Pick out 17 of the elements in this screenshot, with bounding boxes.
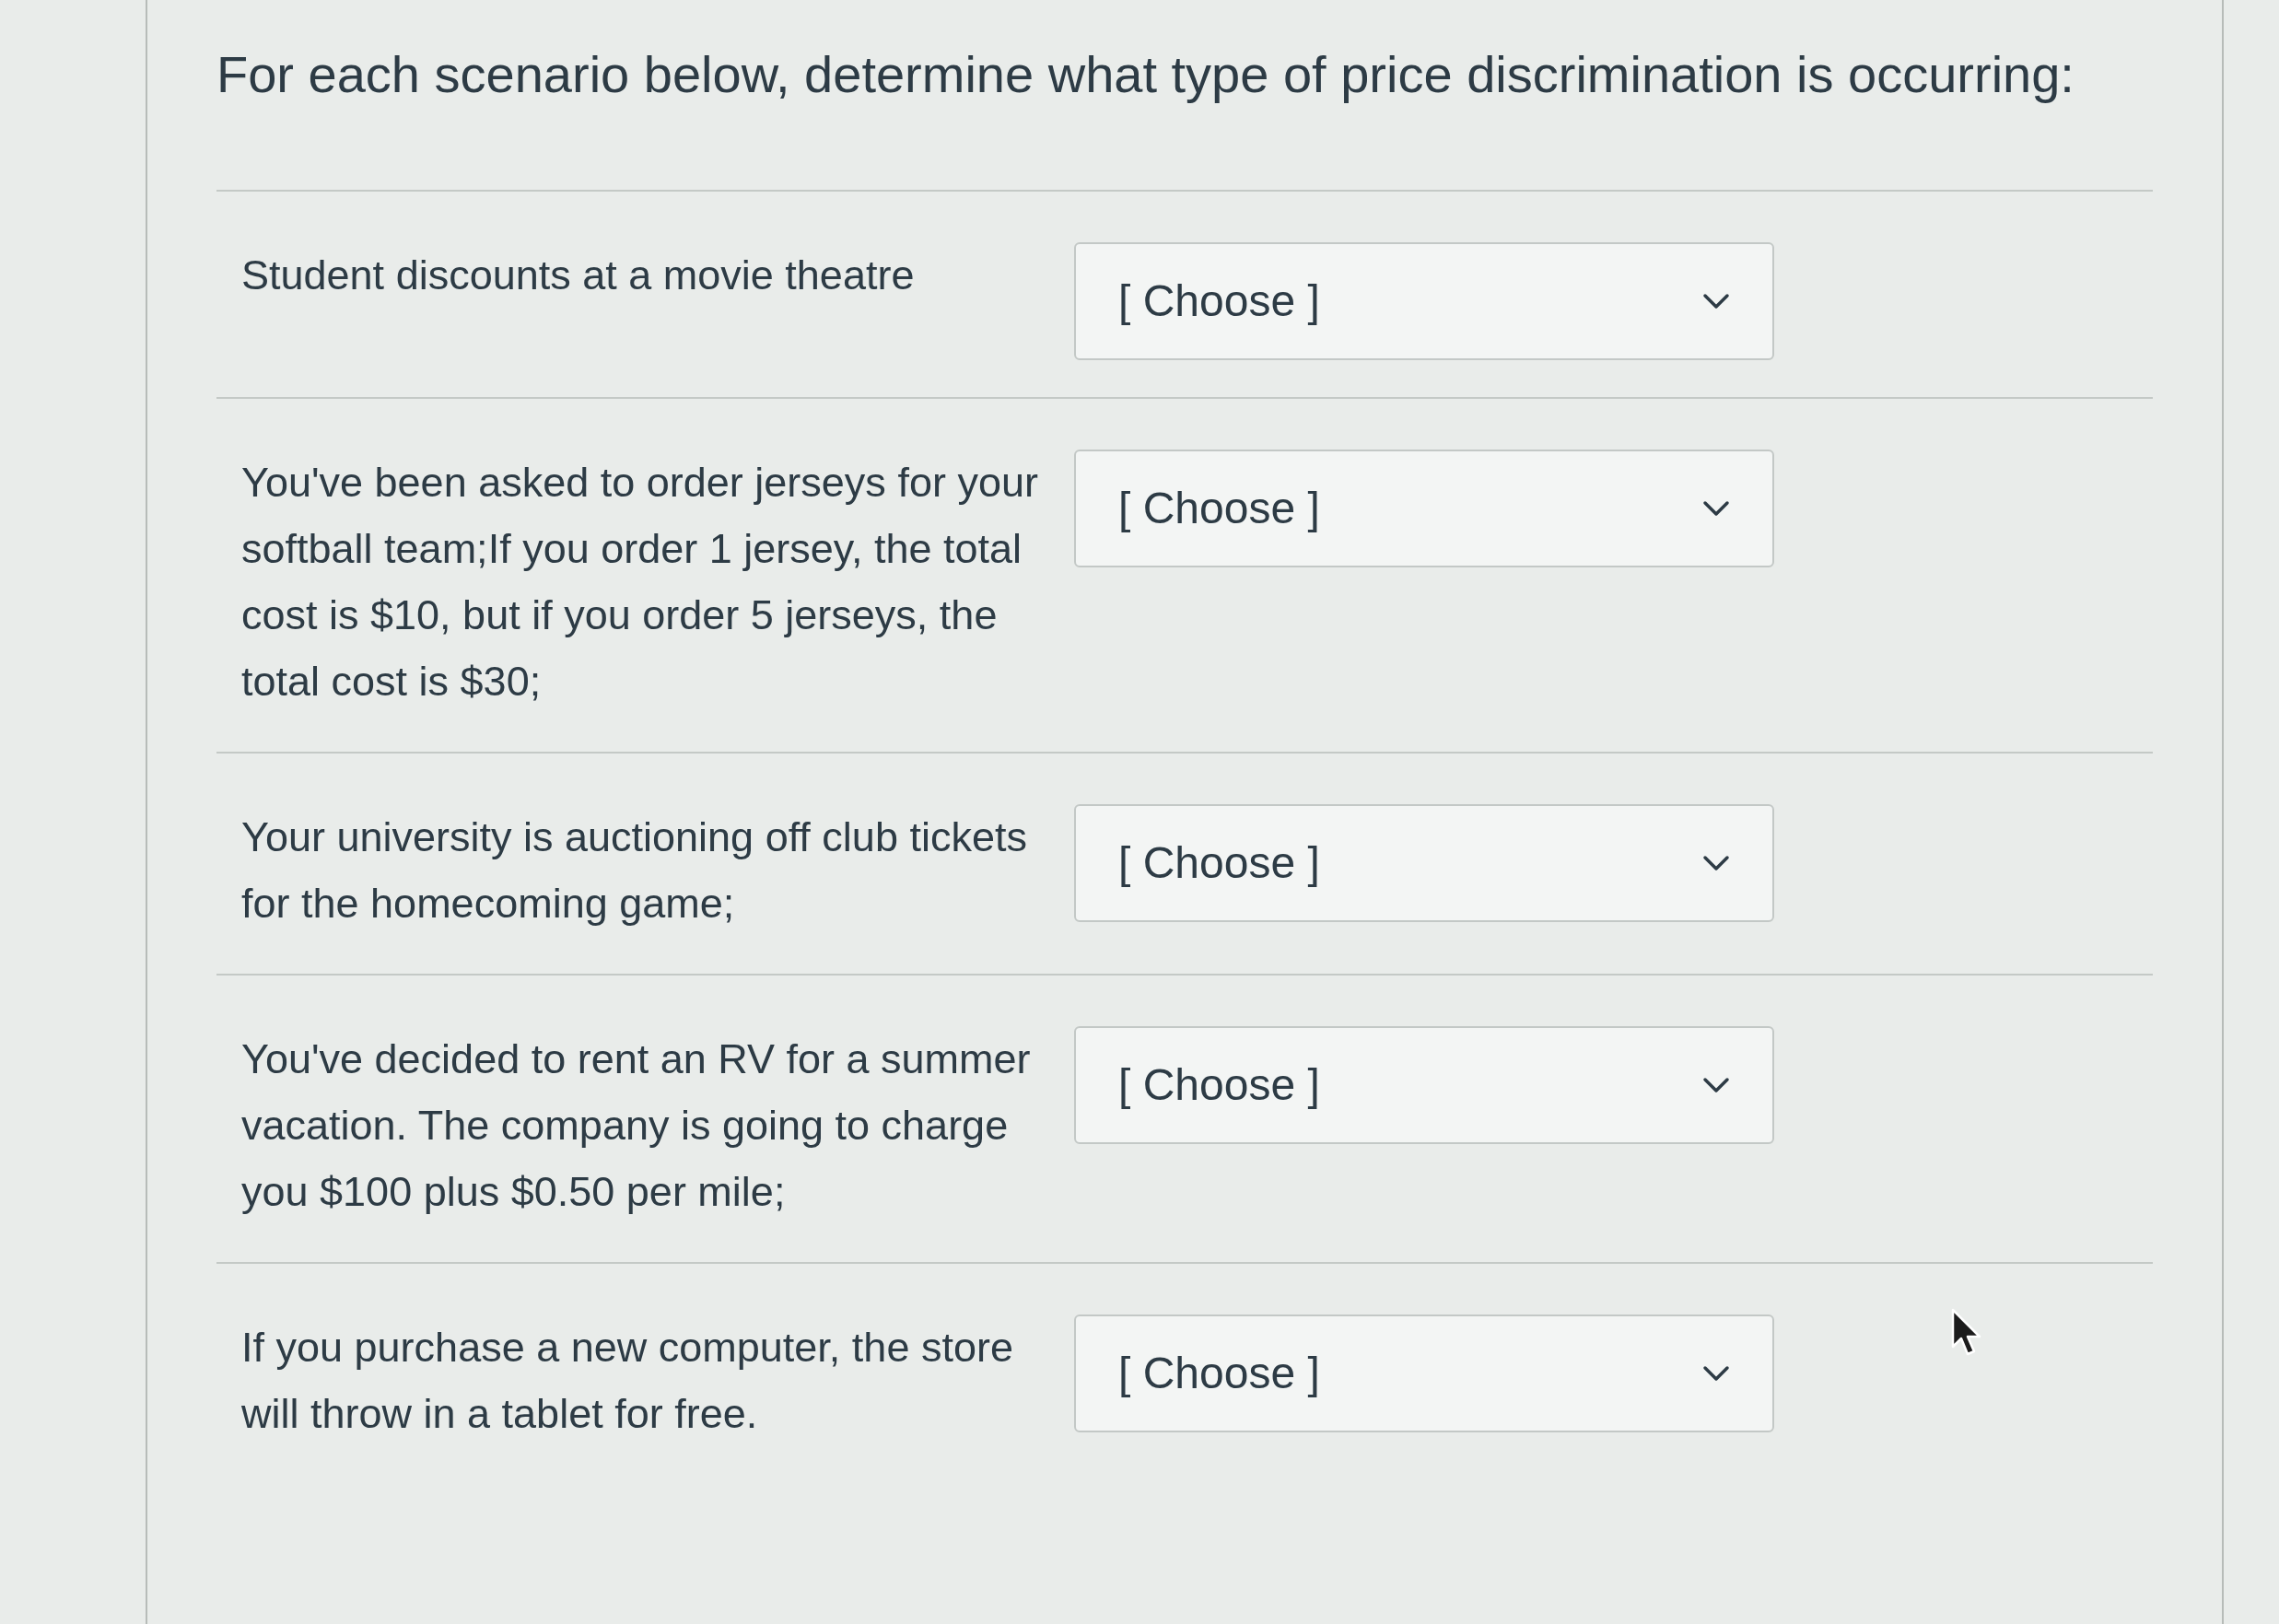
scenario-text: Student discounts at a movie theatre	[241, 251, 916, 300]
chevron-down-icon	[1702, 855, 1730, 871]
chevron-down-icon	[1702, 1365, 1730, 1382]
choose-dropdown[interactable]: [ Choose ]	[1074, 450, 1774, 567]
chevron-down-icon	[1702, 500, 1730, 517]
chevron-down-icon	[1702, 1077, 1730, 1093]
pointer-icon	[1951, 1308, 1982, 1356]
scenario-text: You've been asked to order jerseys for your softball team;If you order 1 jersey, the total cost is $10, but if you order 5 jerseys, the total cost is $30;	[241, 458, 1039, 707]
chevron-down-icon	[1702, 293, 1730, 310]
choose-dropdown[interactable]: [ Choose ]	[1074, 242, 1774, 360]
scenario-text: Your university is auctioning off club tickets for the homecoming game;	[241, 812, 1028, 929]
choose-dropdown[interactable]: [ Choose ]	[1074, 1314, 1774, 1432]
scenario-text: You've decided to rent an RV for a summer vacation. The company is going to charge you $100 plus $0.50 per mile;	[241, 1034, 1032, 1217]
instruction-text: For each scenario below, determine what type of price discrimination is occurring:	[216, 44, 2075, 105]
choose-dropdown[interactable]: [ Choose ]	[1074, 1026, 1774, 1144]
choose-dropdown[interactable]: [ Choose ]	[1074, 804, 1774, 922]
scenario-text: If you purchase a new computer, the store will throw in a tablet for free.	[241, 1323, 1014, 1439]
